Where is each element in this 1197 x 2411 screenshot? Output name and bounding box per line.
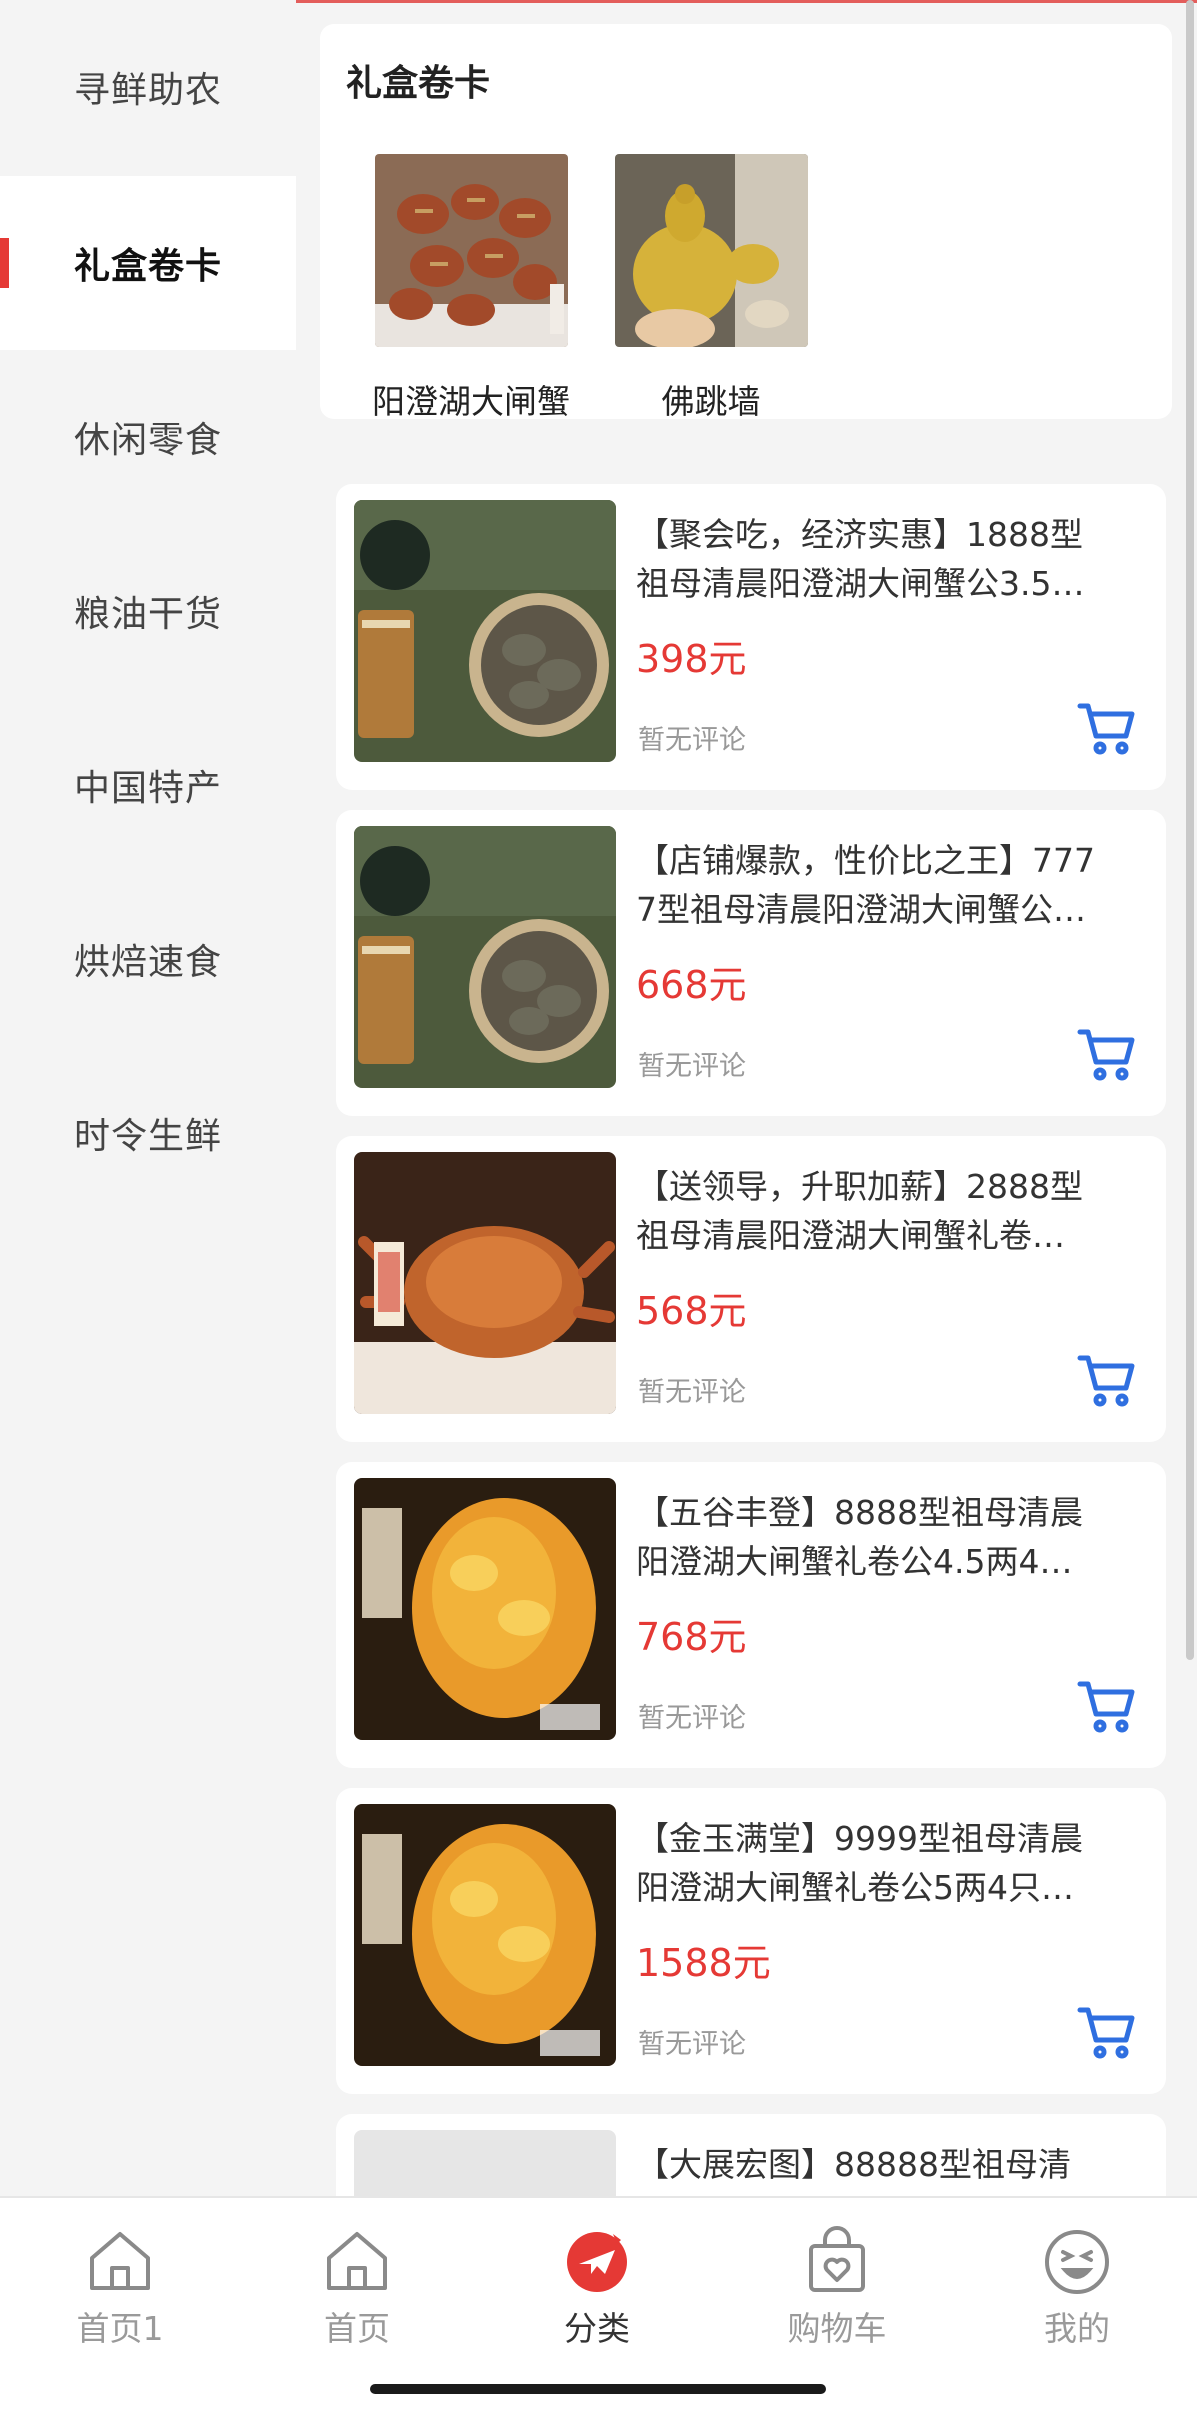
sidebar-item-xunxian[interactable]: 寻鲜助农	[0, 0, 296, 174]
product-review-status: 暂无评论	[638, 725, 746, 756]
product-image	[354, 500, 616, 762]
product-title-line: 【金玉满堂】9999型祖母清晨	[636, 1819, 1083, 1858]
product-review-status: 暂无评论	[638, 1051, 746, 1082]
product-title: 【送领导，升职加薪】2888型 祖母清晨阳澄湖大闸蟹礼卷…	[636, 1162, 1136, 1260]
subcategory-tile-crab[interactable]: 阳澄湖大闸蟹	[356, 154, 586, 424]
crab-basket-image	[374, 154, 568, 347]
product-title-line: 【五谷丰登】8888型祖母清晨	[636, 1493, 1083, 1532]
product-image	[354, 1804, 616, 2066]
product-card[interactable]: 【金玉满堂】9999型祖母清晨 阳澄湖大闸蟹礼卷公5两4只… 1588元 暂无评…	[336, 1788, 1166, 2094]
bottom-tab-bar: 首页1 首页 分类 购物车 我的	[0, 2196, 1197, 2411]
sidebar-item-label: 中国特产	[73, 768, 222, 809]
product-card[interactable]: 【大展宏图】88888型祖母清	[336, 2114, 1166, 2196]
sidebar-item-label: 休闲零食	[73, 420, 222, 461]
home-icon	[90, 2232, 150, 2290]
add-to-cart-icon[interactable]	[1076, 1026, 1138, 1084]
product-card[interactable]: 【送领导，升职加薪】2888型 祖母清晨阳澄湖大闸蟹礼卷… 568元 暂无评论	[336, 1136, 1166, 1442]
tab-cart[interactable]: 购物车	[717, 2208, 957, 2348]
tab-label: 分类	[564, 2309, 630, 2348]
subcategory-tile-fotiaoqiang[interactable]: 佛跳墙	[596, 154, 826, 424]
add-to-cart-icon[interactable]	[1076, 2004, 1138, 2062]
product-title-line: 【店铺爆款，性价比之王】777	[636, 841, 1095, 880]
scrollbar[interactable]	[1186, 0, 1194, 1660]
product-price: 768元	[636, 1615, 747, 1659]
product-card[interactable]: 【店铺爆款，性价比之王】777 7型祖母清晨阳澄湖大闸蟹公… 668元 暂无评论	[336, 810, 1166, 1116]
shopping-bag-icon	[809, 2226, 865, 2292]
product-title: 【聚会吃，经济实惠】1888型 祖母清晨阳澄湖大闸蟹公3.5…	[636, 510, 1136, 608]
sidebar-item-label: 礼盒卷卡	[73, 246, 222, 287]
product-image	[354, 826, 616, 1088]
sidebar-item-label: 寻鲜助农	[73, 70, 222, 111]
tab-category[interactable]: 分类	[477, 2208, 717, 2348]
fotiaoqiang-jar-image	[614, 154, 808, 347]
subcategory-label: 佛跳墙	[661, 382, 761, 421]
product-title: 【店铺爆款，性价比之王】777 7型祖母清晨阳澄湖大闸蟹公…	[636, 836, 1136, 934]
subcategory-title: 礼盒卷卡	[346, 63, 491, 104]
subcategory-card: 礼盒卷卡 阳澄湖大闸蟹 佛跳墙	[320, 24, 1172, 421]
category-plane-icon	[567, 2232, 627, 2292]
sidebar-item-label: 烘焙速食	[73, 942, 222, 983]
add-to-cart-icon[interactable]	[1076, 1352, 1138, 1410]
tab-profile[interactable]: 我的	[957, 2208, 1197, 2348]
home-icon	[327, 2232, 387, 2290]
product-card[interactable]: 【聚会吃，经济实惠】1888型 祖母清晨阳澄湖大闸蟹公3.5… 398元 暂无评…	[336, 484, 1166, 790]
sidebar-item-seasonal[interactable]: 时令生鲜	[0, 1046, 296, 1220]
tab-label: 购物车	[787, 2309, 887, 2348]
product-title-line: 阳澄湖大闸蟹礼卷公5两4只…	[636, 1868, 1074, 1907]
tab-home1[interactable]: 首页1	[0, 2208, 240, 2348]
sidebar-item-label: 粮油干货	[73, 594, 222, 635]
product-title: 【金玉满堂】9999型祖母清晨 阳澄湖大闸蟹礼卷公5两4只…	[636, 1814, 1136, 1912]
sidebar-item-specialty[interactable]: 中国特产	[0, 698, 296, 872]
home-indicator	[370, 2384, 826, 2394]
tab-label: 首页1	[76, 2309, 164, 2348]
sidebar-item-label: 时令生鲜	[73, 1116, 222, 1157]
product-title-line: 【送领导，升职加薪】2888型	[636, 1167, 1083, 1206]
product-image	[354, 1152, 616, 1414]
sidebar-item-grain-oil[interactable]: 粮油干货	[0, 524, 296, 698]
category-sidebar: 寻鲜助农 礼盒卷卡 休闲零食 粮油干货 中国特产 烘焙速食 时令生鲜	[0, 0, 296, 2196]
product-price: 1588元	[636, 1941, 771, 1985]
product-title: 【大展宏图】88888型祖母清	[636, 2140, 1136, 2196]
product-title-line: 7型祖母清晨阳澄湖大闸蟹公…	[636, 890, 1086, 929]
product-price: 398元	[636, 637, 747, 681]
tab-label: 我的	[1044, 2309, 1110, 2348]
tab-home[interactable]: 首页	[237, 2208, 477, 2348]
product-image	[354, 1478, 616, 1740]
product-title-line: 【聚会吃，经济实惠】1888型	[636, 515, 1083, 554]
product-title: 【五谷丰登】8888型祖母清晨 阳澄湖大闸蟹礼卷公4.5两4…	[636, 1488, 1136, 1586]
add-to-cart-icon[interactable]	[1076, 700, 1138, 758]
sidebar-item-snacks[interactable]: 休闲零食	[0, 350, 296, 524]
product-price: 568元	[636, 1289, 747, 1333]
subcategory-label: 阳澄湖大闸蟹	[372, 382, 570, 421]
product-image-placeholder	[354, 2130, 616, 2196]
screen: 寻鲜助农 礼盒卷卡 休闲零食 粮油干货 中国特产 烘焙速食 时令生鲜 礼盒卷卡	[0, 0, 1197, 2411]
main-content: 礼盒卷卡 阳澄湖大闸蟹 佛跳墙 【聚会吃，经济实惠】1888型 祖母清晨阳澄湖大…	[296, 0, 1197, 2196]
tab-label: 首页	[324, 2309, 390, 2348]
product-review-status: 暂无评论	[638, 1377, 746, 1408]
sidebar-item-bakery[interactable]: 烘焙速食	[0, 872, 296, 1046]
product-title-line: 【大展宏图】88888型祖母清	[636, 2145, 1071, 2184]
sidebar-item-gift-box[interactable]: 礼盒卷卡	[0, 176, 296, 350]
product-title-line: 祖母清晨阳澄湖大闸蟹礼卷…	[636, 1216, 1065, 1255]
add-to-cart-icon[interactable]	[1076, 1678, 1138, 1736]
product-card[interactable]: 【五谷丰登】8888型祖母清晨 阳澄湖大闸蟹礼卷公4.5两4… 768元 暂无评…	[336, 1462, 1166, 1768]
product-price: 668元	[636, 963, 747, 1007]
product-title-line: 阳澄湖大闸蟹礼卷公4.5两4…	[636, 1542, 1073, 1581]
product-review-status: 暂无评论	[638, 1703, 746, 1734]
product-title-line: 祖母清晨阳澄湖大闸蟹公3.5…	[636, 564, 1085, 603]
smiley-face-icon	[1045, 2230, 1109, 2294]
active-indicator	[0, 238, 9, 288]
product-review-status: 暂无评论	[638, 2029, 746, 2060]
